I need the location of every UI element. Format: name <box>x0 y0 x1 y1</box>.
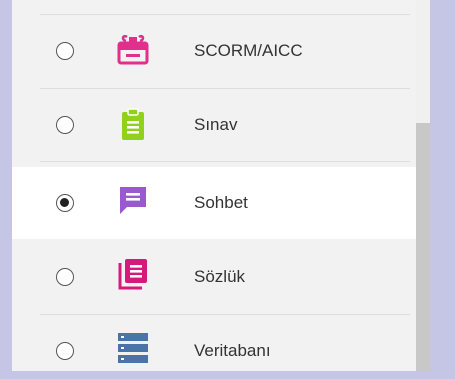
quiz-clipboard-icon <box>116 107 150 141</box>
radio-quiz[interactable] <box>56 116 74 134</box>
dialog-border <box>0 371 455 379</box>
radio-selected-dot <box>60 198 69 207</box>
database-icon <box>116 331 150 365</box>
list-item-quiz[interactable]: Sınav <box>12 89 416 161</box>
activity-label: Veritabanı <box>194 341 271 360</box>
chat-icon <box>116 183 150 217</box>
activity-label: Sınav <box>194 115 238 134</box>
list-item-scorm[interactable]: SCORM/AICC <box>12 15 416 87</box>
scrollbar-thumb[interactable] <box>416 123 430 371</box>
divider <box>40 161 410 162</box>
scorm-package-icon <box>116 33 150 67</box>
activity-label: Sohbet <box>194 193 248 212</box>
dialog-border <box>430 0 455 379</box>
activity-chooser-list: SCORM/AICC Sınav Sohbet Sözlük Veritaban… <box>12 0 416 371</box>
list-item-chat[interactable]: Sohbet <box>12 167 416 239</box>
radio-chat[interactable] <box>56 194 74 212</box>
activity-label: SCORM/AICC <box>194 41 303 60</box>
list-item-glossary[interactable]: Sözlük <box>12 241 416 313</box>
activity-label: Sözlük <box>194 267 246 286</box>
radio-glossary[interactable] <box>56 268 74 286</box>
list-item-database[interactable]: Veritabanı <box>12 315 416 371</box>
glossary-icon <box>116 257 150 291</box>
radio-scorm[interactable] <box>56 42 74 60</box>
radio-database[interactable] <box>56 342 74 360</box>
